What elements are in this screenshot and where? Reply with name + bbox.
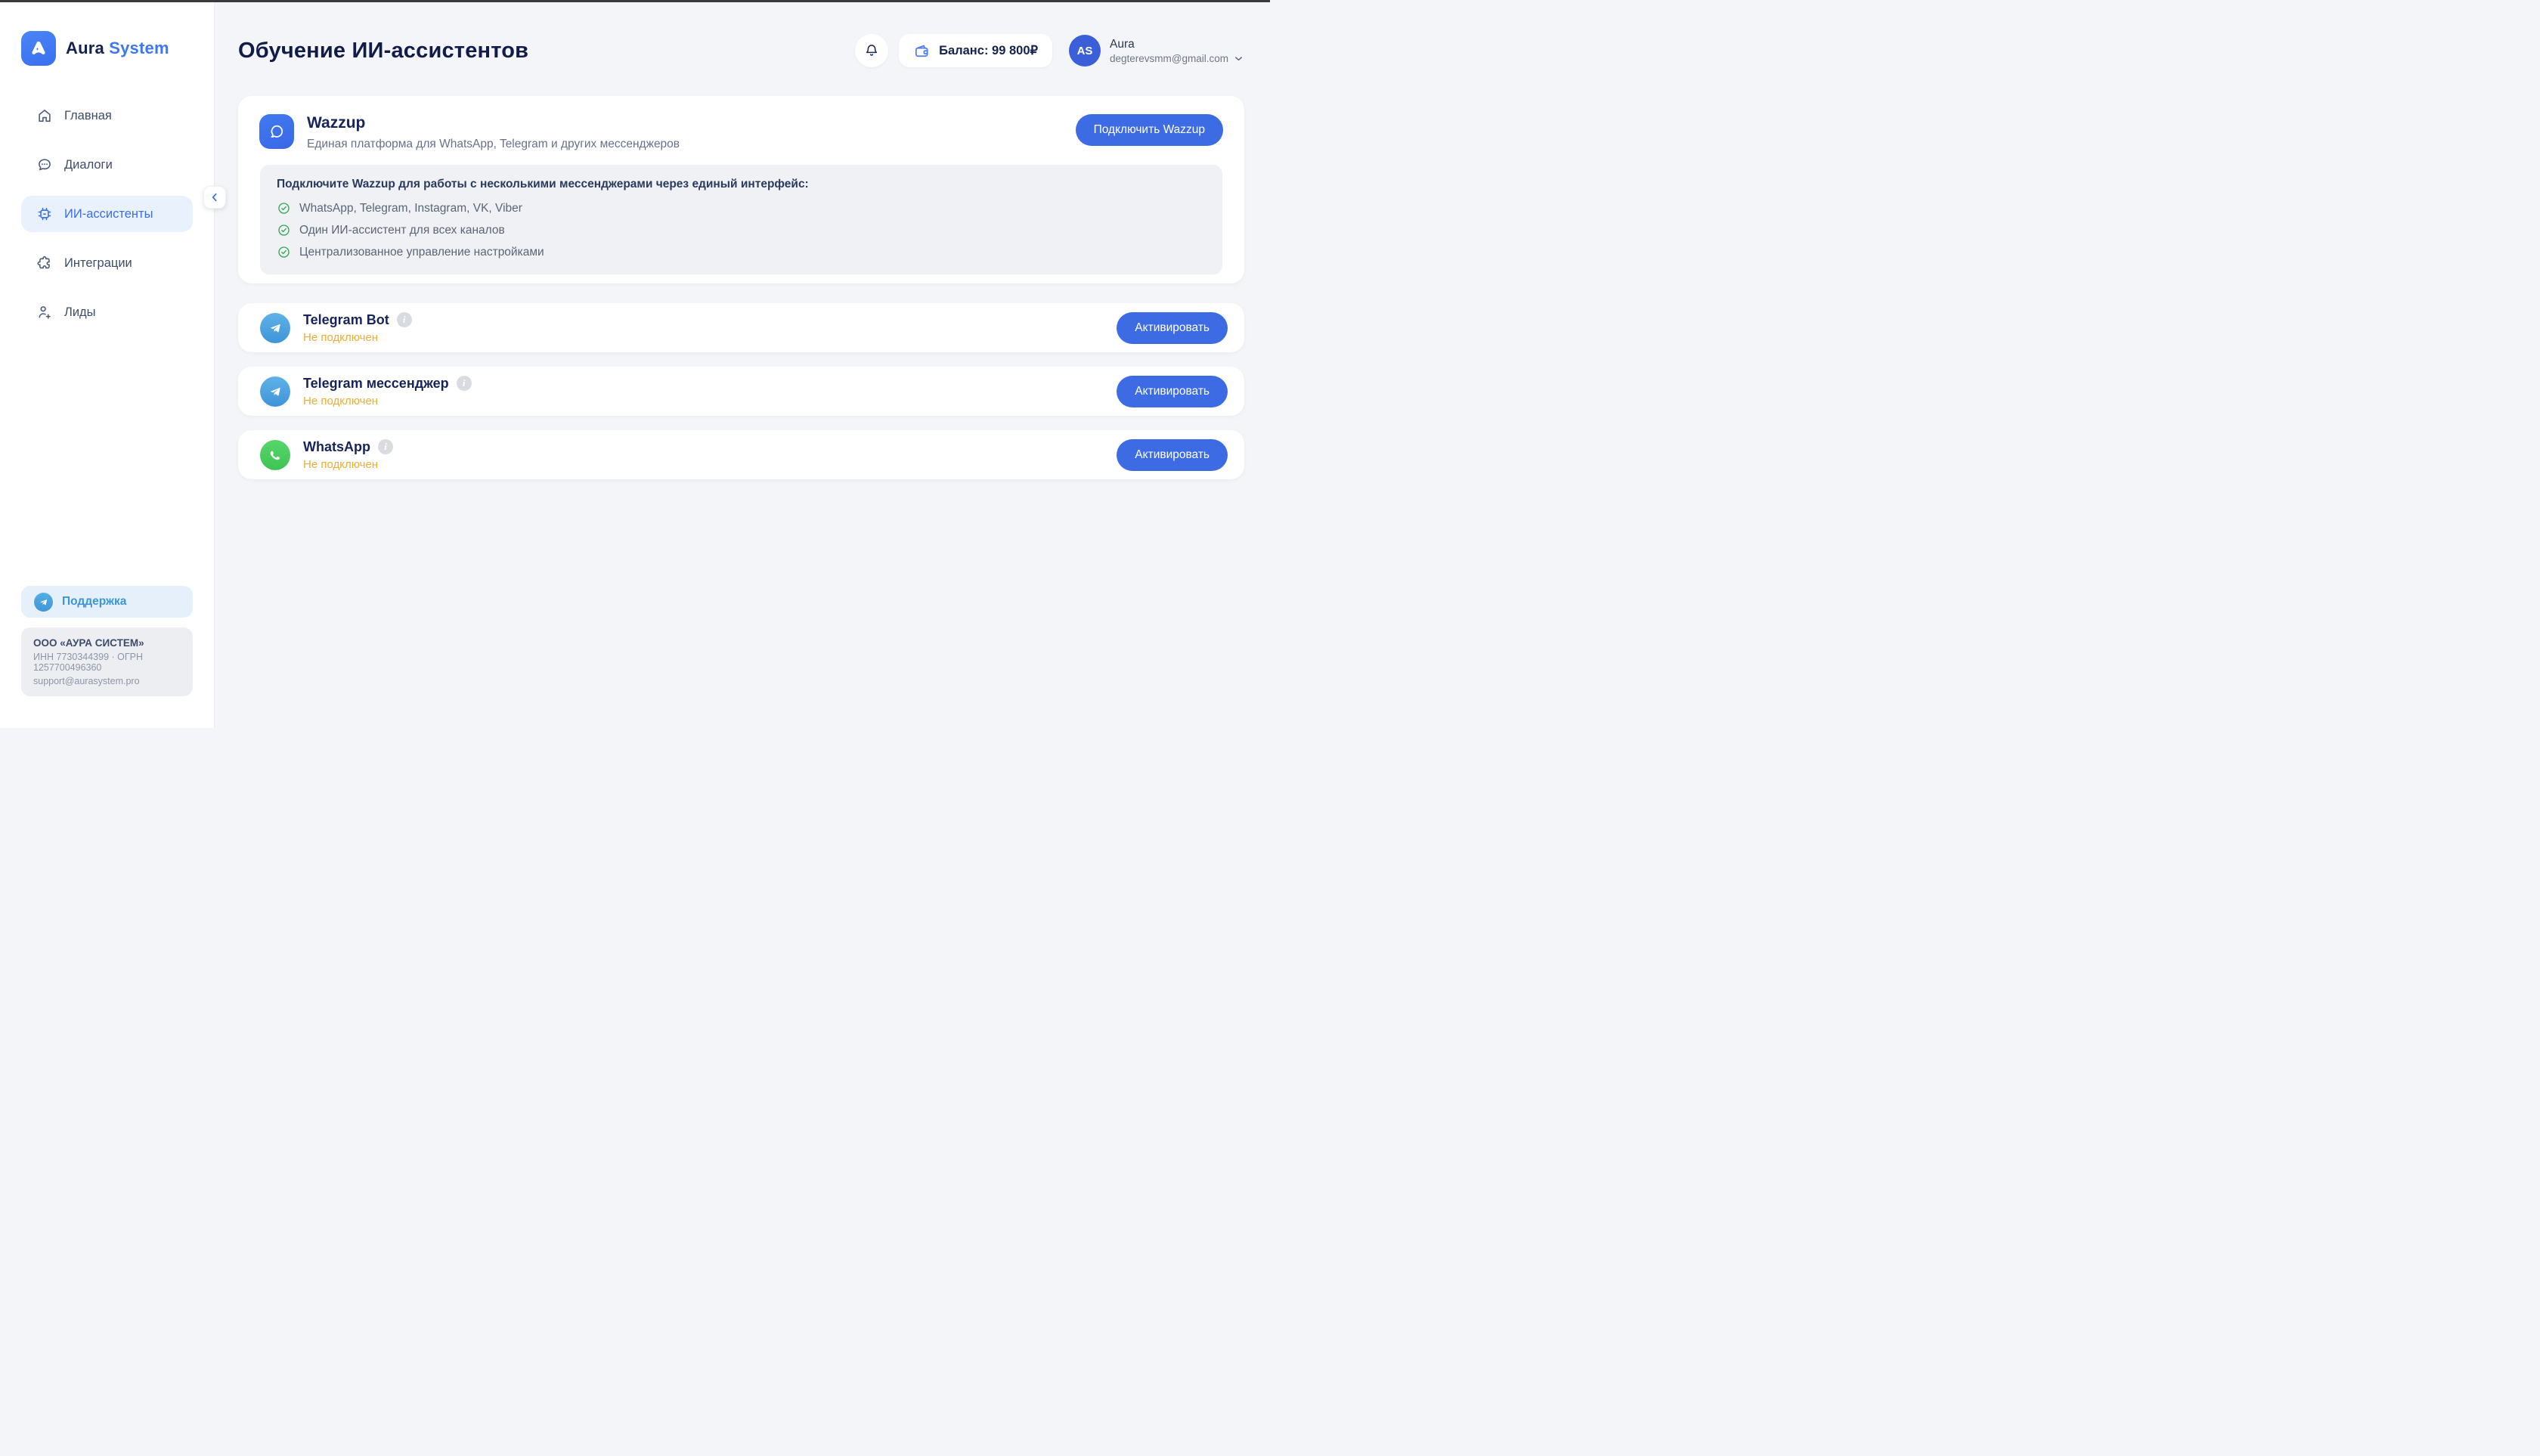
info-icon[interactable]: i [397,312,412,327]
brand-name: Aura System [66,39,169,58]
channel-status: Не подключен [303,395,1117,407]
wazzup-card-header: Wazzup Единая платформа для WhatsApp, Te… [259,114,1223,151]
puzzle-icon [36,255,53,271]
channel-title-row: WhatsApp i [303,439,1117,455]
company-info: ООО «АУРА СИСТЕМ» ИНН 7730344399 · ОГРН … [21,627,193,696]
avatar: AS [1069,35,1101,67]
sidebar-item-ai-assistants[interactable]: ИИ-ассистенты [21,196,193,232]
feature-text: Централизованное управление настройками [299,246,544,259]
sidebar-item-label: Диалоги [64,158,113,172]
telegram-support-icon [34,593,53,612]
channel-status: Не подключен [303,331,1117,344]
connect-wazzup-button[interactable]: Подключить Wazzup [1076,114,1223,146]
check-circle-icon [277,201,291,215]
feature-text: Один ИИ-ассистент для всех каналов [299,224,505,237]
company-email: support@aurasystem.pro [33,676,181,686]
company-name: ООО «АУРА СИСТЕМ» [33,637,181,649]
wazzup-title: Wazzup [307,114,1076,132]
channel-row-whatsapp: WhatsApp i Не подключен Активировать [238,430,1244,479]
main-header: Обучение ИИ-ассистентов [238,34,1244,67]
balance-label: Баланс: 99 800₽ [939,43,1038,58]
telegram-icon [260,313,290,343]
sidebar-item-leads[interactable]: Лиды [21,294,193,330]
user-name: Aura [1110,38,1244,51]
chat-icon [36,156,53,173]
sidebar-item-label: Главная [64,109,112,123]
sidebar-item-dialogs[interactable]: Диалоги [21,147,193,183]
info-icon[interactable]: i [457,376,472,391]
channel-status: Не подключен [303,458,1117,471]
info-icon[interactable]: i [378,439,393,454]
channel-row-telegram-bot: Telegram Bot i Не подключен Активировать [238,303,1244,352]
sidebar: Aura System Главная [0,2,215,728]
support-button[interactable]: Поддержка [21,586,193,618]
user-email-row: degterevsmm@gmail.com [1110,53,1244,64]
channel-title-row: Telegram Bot i [303,312,1117,328]
company-registration: ИНН 7730344399 · ОГРН 1257700496360 [33,652,181,673]
channel-title: WhatsApp [303,439,370,455]
channel-meta: Telegram мессенджер i Не подключен [303,376,1117,407]
sidebar-spacer [0,330,214,586]
feature-item: WhatsApp, Telegram, Instagram, VK, Viber [277,201,1206,215]
balance-button[interactable]: Баланс: 99 800₽ [899,34,1052,67]
wazzup-icon [259,114,294,149]
feature-text: WhatsApp, Telegram, Instagram, VK, Viber [299,202,522,215]
brand[interactable]: Aura System [0,31,214,66]
sidebar-item-home[interactable]: Главная [21,98,193,134]
brand-name-secondary: System [109,39,169,57]
wazzup-panel-heading: Подключите Wazzup для работы с нескольки… [277,178,1206,191]
notifications-button[interactable] [855,34,888,67]
user-menu[interactable]: AS Aura degterevsmm@gmail.com [1069,35,1244,67]
aura-logo-icon [21,31,56,66]
chevron-down-icon [1233,53,1244,64]
wazzup-subtitle: Единая платформа для WhatsApp, Telegram … [307,138,1076,151]
wallet-icon [913,42,931,60]
channel-title: Telegram Bot [303,312,389,328]
channel-meta: WhatsApp i Не подключен [303,439,1117,471]
user-meta: Aura degterevsmm@gmail.com [1110,38,1244,64]
wazzup-benefits-panel: Подключите Wazzup для работы с нескольки… [260,165,1222,274]
activate-telegram-messenger-button[interactable]: Активировать [1117,376,1228,407]
whatsapp-icon [260,440,290,470]
chevron-left-icon [209,191,221,203]
channel-row-telegram-messenger: Telegram мессенджер i Не подключен Актив… [238,367,1244,416]
sidebar-collapse-button[interactable] [203,186,226,209]
sidebar-item-integrations[interactable]: Интеграции [21,245,193,281]
feature-item: Централизованное управление настройками [277,245,1206,259]
chip-icon [36,206,53,222]
user-email: degterevsmm@gmail.com [1110,53,1228,64]
wazzup-titles: Wazzup Единая платформа для WhatsApp, Te… [307,114,1076,151]
sidebar-nav: Главная Диалоги [0,98,214,330]
channel-title: Telegram мессенджер [303,376,449,392]
channel-meta: Telegram Bot i Не подключен [303,312,1117,344]
person-plus-icon [36,304,53,321]
header-actions: Баланс: 99 800₽ AS Aura degterevsmm@gmai… [855,34,1244,67]
check-circle-icon [277,245,291,259]
activate-telegram-bot-button[interactable]: Активировать [1117,312,1228,344]
brand-name-primary: Aura [66,39,104,57]
activate-whatsapp-button[interactable]: Активировать [1117,439,1228,471]
wazzup-feature-list: WhatsApp, Telegram, Instagram, VK, Viber… [277,201,1206,259]
channel-title-row: Telegram мессенджер i [303,376,1117,392]
page-title: Обучение ИИ-ассистентов [238,39,528,64]
bell-icon [863,42,880,59]
sidebar-item-label: Лиды [64,305,96,320]
app-root: Aura System Главная [0,2,1270,728]
home-icon [36,107,53,124]
wazzup-card: Wazzup Единая платформа для WhatsApp, Te… [238,96,1244,283]
sidebar-item-label: ИИ-ассистенты [64,207,153,221]
check-circle-icon [277,223,291,237]
main-content: Обучение ИИ-ассистентов [215,2,1270,728]
telegram-icon [260,376,290,407]
sidebar-item-label: Интеграции [64,256,132,271]
feature-item: Один ИИ-ассистент для всех каналов [277,223,1206,237]
support-label: Поддержка [62,595,126,609]
